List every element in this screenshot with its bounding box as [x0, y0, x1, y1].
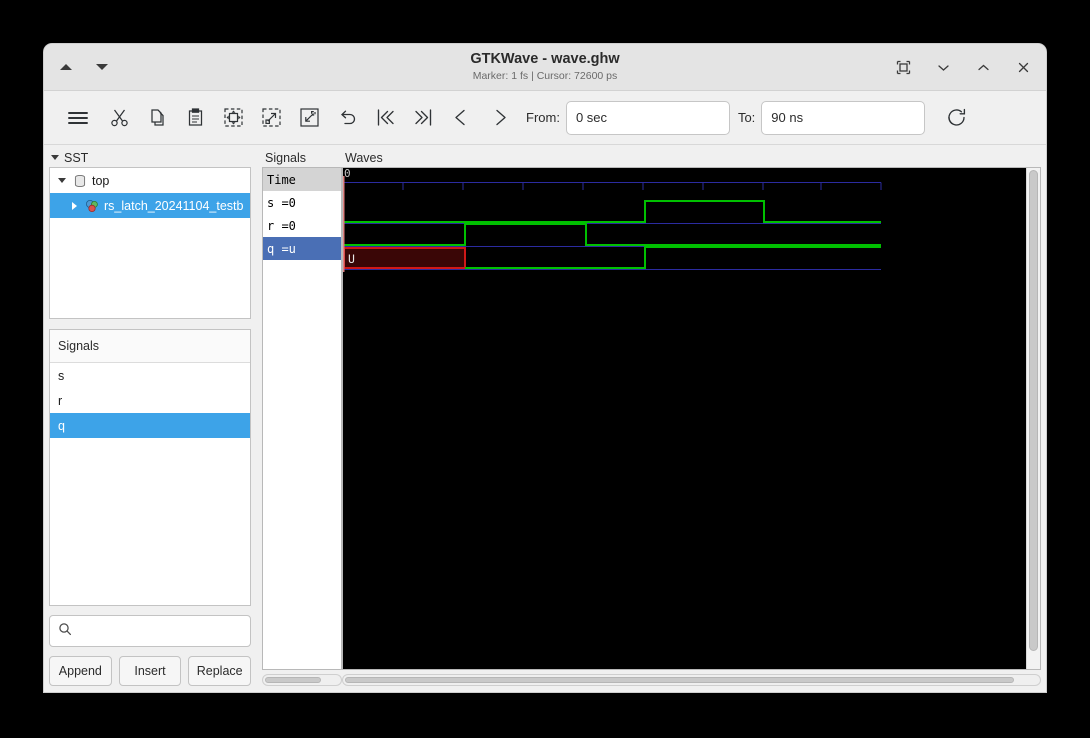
chevron-down-icon[interactable]	[56, 175, 68, 187]
undo-icon[interactable]	[328, 99, 366, 137]
module-icon	[73, 174, 87, 188]
sst-tree[interactable]: top rs_latch_20241104_testb	[49, 167, 251, 319]
sst-header[interactable]: SST	[49, 149, 251, 167]
signal-name-row-s[interactable]: s =0	[263, 191, 341, 214]
go-to-end-icon[interactable]	[404, 99, 442, 137]
waves-area[interactable]: 0 U	[342, 167, 1041, 670]
wave-canvas[interactable]: 0 U	[343, 168, 1026, 669]
tree-label: top	[92, 173, 110, 188]
search-icon	[58, 622, 72, 641]
window-title: GTKWave - wave.ghw	[470, 51, 620, 67]
waves-pane: Waves 0 U	[342, 145, 1046, 692]
step-back-icon[interactable]	[442, 99, 480, 137]
title-bar: GTKWave - wave.ghw Marker: 1 fs | Cursor…	[44, 44, 1046, 91]
list-item[interactable]: q	[50, 413, 250, 438]
app-window: GTKWave - wave.ghw Marker: 1 fs | Cursor…	[44, 44, 1046, 692]
chevron-down-icon	[51, 155, 59, 160]
scrollbar-thumb[interactable]	[345, 677, 1015, 683]
from-input[interactable]: 0 sec	[565, 100, 730, 135]
signal-list-header: Signals	[50, 330, 250, 363]
signal-names-title: Signals	[265, 151, 306, 165]
copy-icon[interactable]	[138, 99, 176, 137]
search-box[interactable]	[49, 615, 251, 647]
go-to-start-icon[interactable]	[366, 99, 404, 137]
sidebar: SST top rs_latch_20241104_testb Signals …	[44, 145, 256, 692]
insert-button[interactable]: Insert	[118, 656, 182, 686]
waveform-series-r	[343, 223, 881, 247]
undefined-value-label: U	[348, 252, 355, 266]
signal-name-row-q[interactable]: q =u	[263, 237, 341, 260]
to-input[interactable]: 90 ns	[761, 100, 926, 135]
chevron-right-icon[interactable]	[68, 200, 80, 212]
zoom-in-icon[interactable]	[252, 99, 290, 137]
signal-names-hscrollbar[interactable]	[262, 674, 342, 686]
signal-names-pane: Signals Time s =0 r =0 q =u	[262, 145, 342, 692]
waves-vscrollbar[interactable]	[1026, 168, 1040, 669]
restore-window-icon[interactable]	[894, 58, 912, 76]
scrollbar-thumb[interactable]	[1029, 170, 1038, 651]
tree-row-instance[interactable]: rs_latch_20241104_testb	[50, 193, 250, 218]
time-row-header: Time	[263, 168, 341, 191]
tree-row-top[interactable]: top	[50, 168, 250, 193]
window-subtitle: Marker: 1 fs | Cursor: 72600 ps	[472, 70, 618, 82]
list-item[interactable]: s	[50, 363, 250, 388]
action-button-row: Append Insert Replace	[49, 656, 252, 686]
zoom-out-icon[interactable]	[290, 99, 328, 137]
maximize-chevron-up-icon[interactable]	[974, 58, 992, 76]
time-origin-label: 0	[344, 168, 351, 180]
waveform-plot: U	[343, 176, 882, 272]
cut-icon[interactable]	[100, 99, 138, 137]
waveform-series-q: U	[343, 246, 881, 270]
time-ruler	[343, 182, 882, 190]
window-controls	[894, 58, 1046, 76]
triangle-down-icon[interactable]	[94, 59, 110, 75]
triangle-up-icon[interactable]	[58, 59, 74, 75]
waves-title: Waves	[345, 151, 383, 165]
title-bar-left-controls	[44, 59, 110, 75]
toolbar: From: 0 sec To: 90 ns	[44, 91, 1046, 145]
reload-icon[interactable]	[937, 99, 975, 137]
minimize-chevron-down-icon[interactable]	[934, 58, 952, 76]
scrollbar-thumb[interactable]	[265, 677, 322, 683]
replace-button[interactable]: Replace	[188, 656, 252, 686]
from-label: From:	[526, 110, 560, 125]
step-forward-icon[interactable]	[480, 99, 518, 137]
main-body: SST top rs_latch_20241104_testb Signals …	[44, 145, 1046, 692]
tree-label: rs_latch_20241104_testb	[104, 198, 244, 213]
append-button[interactable]: Append	[49, 656, 112, 686]
to-label: To:	[737, 110, 756, 125]
sst-title: SST	[64, 150, 89, 165]
paste-icon[interactable]	[176, 99, 214, 137]
signal-name-row-r[interactable]: r =0	[263, 214, 341, 237]
list-item[interactable]: r	[50, 388, 250, 413]
menu-icon[interactable]	[56, 99, 100, 137]
waves-hscrollbar[interactable]	[342, 674, 1041, 686]
signal-names-list[interactable]: Time s =0 r =0 q =u	[262, 167, 342, 670]
signal-source-list[interactable]: Signals s r q	[49, 329, 251, 606]
close-icon[interactable]	[1014, 58, 1032, 76]
instance-icon	[85, 199, 99, 213]
waveform-series-s	[343, 200, 881, 224]
zoom-fit-icon[interactable]	[214, 99, 252, 137]
